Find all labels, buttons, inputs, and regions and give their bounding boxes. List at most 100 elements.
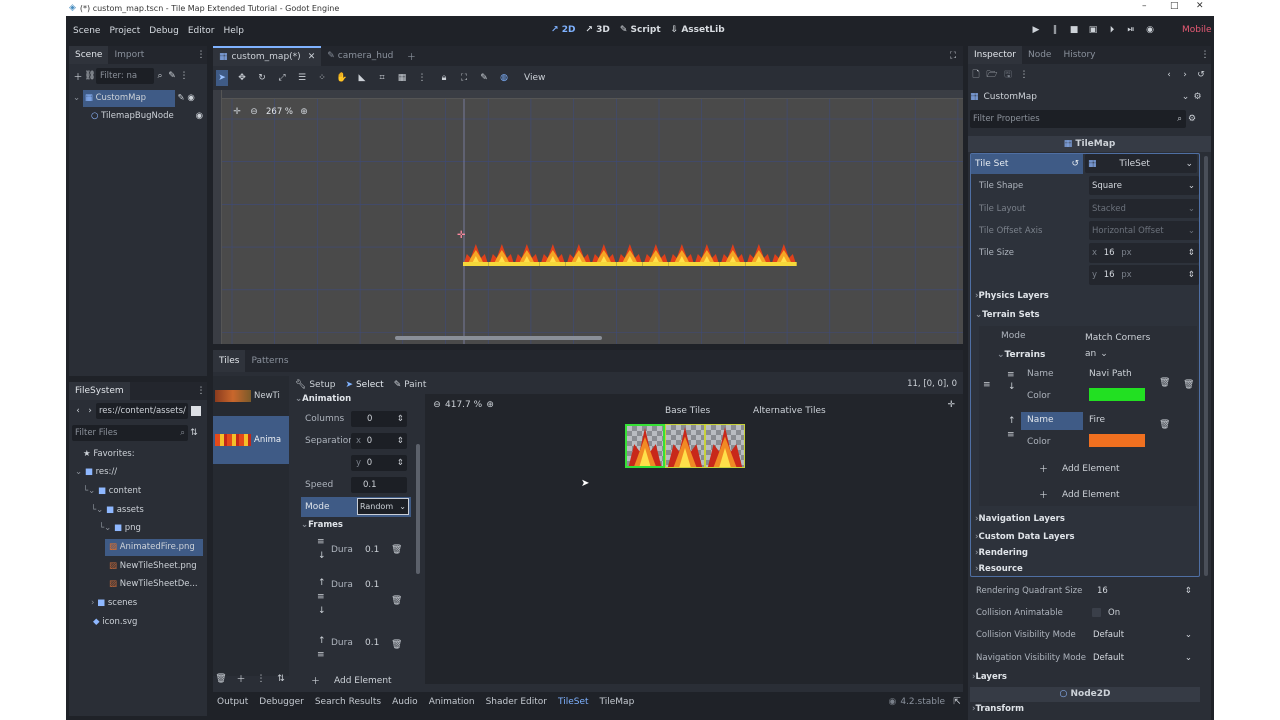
source-menu-icon[interactable]: ⋮ [255, 674, 267, 684]
viewport-scrollbar[interactable] [395, 336, 602, 340]
center-view-icon[interactable]: ✛ [947, 400, 955, 410]
expand-panel-icon[interactable]: ⇱ [951, 697, 963, 707]
zoom-in-icon[interactable]: ⊕ [484, 400, 496, 410]
delete-frame-icon[interactable]: 🗑︎ [391, 596, 402, 606]
select-mode-button[interactable]: ➤ Select [346, 380, 384, 390]
add-node-icon[interactable]: ＋ [72, 70, 84, 83]
tab-patterns[interactable]: Patterns [245, 350, 294, 372]
tile-size-y-spinbox[interactable]: y 16 px ⇕ [1089, 265, 1199, 285]
menu-help[interactable]: Help [224, 26, 245, 36]
terrains-section[interactable]: ⌄Terrains [997, 350, 1045, 360]
columns-spinbox[interactable]: 0 ⇕ [351, 411, 407, 427]
terrain-color-swatch[interactable] [1089, 434, 1145, 447]
lock-icon[interactable]: 🔒︎ [438, 73, 450, 83]
tab-shader-editor[interactable]: Shader Editor [486, 697, 547, 707]
rotate-tool-icon[interactable]: ↻ [256, 73, 268, 83]
back-icon[interactable]: ‹ [72, 406, 84, 416]
play-icon[interactable]: ▶ [1030, 25, 1042, 35]
pivot-tool-icon[interactable]: ⁘ [316, 73, 328, 83]
stop-icon[interactable]: ■ [1068, 25, 1080, 35]
mode-script-button[interactable]: ✎ Script [620, 25, 661, 35]
tab-animation[interactable]: Animation [429, 697, 475, 707]
folder-res[interactable]: ⌄ ■ res:// [75, 464, 117, 481]
add-frame-button[interactable]: ＋ Add Element [311, 674, 407, 688]
select-tool-icon[interactable]: ➤ [216, 70, 228, 86]
move-up-icon[interactable]: ↑ [318, 578, 326, 588]
resource-menu-icon[interactable]: ⋮ [1018, 70, 1030, 80]
menu-project[interactable]: Project [109, 26, 140, 36]
navigation-layers-section[interactable]: ›Navigation Layers [975, 514, 1065, 524]
delete-terrain-icon[interactable]: 🗑︎ [1159, 420, 1170, 430]
recent-history-icon[interactable]: ↺ [1195, 70, 1207, 80]
menu-debug[interactable]: Debug [149, 26, 179, 36]
setup-mode-button[interactable]: 🔧︎ Setup [295, 380, 336, 390]
group-icon[interactable]: ⛶ [458, 73, 470, 83]
atlas-tile[interactable] [705, 424, 745, 468]
visibility-eye-icon[interactable]: ◉ [196, 108, 203, 125]
folder-assets[interactable]: └⌄ ■ assets [91, 502, 144, 519]
script-icon[interactable]: ✎ [178, 93, 185, 103]
tab-audio[interactable]: Audio [392, 697, 418, 707]
path-field[interactable]: res://content/assets/ [96, 403, 188, 419]
close-window-icon[interactable]: ✕ [1196, 1, 1204, 11]
ruler-tool-icon[interactable]: ◣ [356, 73, 368, 83]
filter-properties-input[interactable]: Filter Properties ⌕ [970, 110, 1186, 128]
center-view-icon[interactable]: ✛ [231, 107, 243, 117]
tab-tileset[interactable]: TileSet [558, 697, 589, 707]
menu-editor[interactable]: Editor [188, 26, 215, 36]
history-back-icon[interactable]: ‹ [1163, 70, 1175, 80]
terrain-color-swatch[interactable] [1089, 388, 1145, 401]
tab-filesystem[interactable]: FileSystem [69, 382, 130, 400]
close-tab-icon[interactable]: ✕ [308, 52, 316, 62]
tab-tilemap[interactable]: TileMap [600, 697, 635, 707]
link-icon[interactable]: ⛓ [84, 71, 96, 81]
tree-node-custommap[interactable]: ⌄ ▦ CustomMap ✎ ◉ [73, 90, 203, 107]
tilemap-tool-icon[interactable]: ◍ [498, 73, 510, 83]
drag-handle-icon[interactable]: ≡ [317, 537, 325, 547]
move-up-icon[interactable]: ↑ [318, 636, 326, 646]
drag-handle-icon[interactable]: ≡ [317, 650, 325, 660]
tab-inspector[interactable]: Inspector [968, 46, 1022, 64]
separation-x-spinbox[interactable]: x 0 ⇕ [351, 433, 407, 449]
open-resource-icon[interactable]: 🗁 [986, 67, 998, 83]
atlas-tiles[interactable] [625, 424, 745, 468]
inspector-options-icon[interactable]: ⚙ [1186, 114, 1198, 124]
list-tool-icon[interactable]: ☰ [296, 73, 308, 83]
tile-layout-select[interactable]: Stacked ⌄ [1089, 199, 1199, 218]
terrain-name-field[interactable]: Fire [1089, 415, 1105, 425]
tab-import[interactable]: Import [108, 46, 150, 64]
tile-shape-select[interactable]: Square ⌄ [1089, 176, 1199, 195]
atlas-view[interactable]: ⊖ 417.7 % ⊕ ✛ Base Tiles Alternative Til… [425, 394, 963, 684]
custom-data-layers-section[interactable]: ›Custom Data Layers [975, 532, 1075, 542]
quadrant-size-spinbox[interactable]: 16 ⇕ [1090, 581, 1196, 600]
move-down-icon[interactable]: ↓ [318, 606, 326, 616]
move-up-icon[interactable]: ↑ [1008, 416, 1016, 426]
tab-tiles[interactable]: Tiles [213, 350, 246, 372]
renderer-select[interactable]: Mobile [1182, 25, 1212, 35]
separation-y-spinbox[interactable]: y 0 ⇕ [351, 455, 407, 471]
object-properties-icon[interactable]: ⚙ [1192, 92, 1204, 102]
folder-content[interactable]: └⌄ ■ content [83, 483, 141, 500]
collision-animatable-checkbox[interactable] [1092, 608, 1101, 617]
revert-icon[interactable]: ↺ [1071, 154, 1079, 174]
split-mode-icon[interactable] [191, 406, 201, 416]
scene-filter-input[interactable]: Filter: na [96, 68, 154, 84]
chevron-down-icon[interactable]: ⌄ [1180, 92, 1192, 102]
sort-icon[interactable]: ⇅ [188, 428, 200, 438]
movie-maker-icon[interactable]: ◉ [1144, 25, 1156, 35]
tab-debugger[interactable]: Debugger [259, 697, 304, 707]
layers-section[interactable]: ›Layers [972, 672, 1007, 682]
maximize-icon[interactable]: □ [1170, 1, 1179, 11]
tree-node-tilemapbugnode[interactable]: ○ TilemapBugNode ◉ [91, 108, 203, 125]
delete-terrain-icon[interactable]: 🗑︎ [1159, 378, 1170, 388]
minimize-icon[interactable]: – [1142, 1, 1147, 11]
script-attach-icon[interactable]: ✎ [166, 71, 178, 81]
pan-tool-icon[interactable]: ✋ [336, 73, 348, 83]
filter-files-input[interactable]: Filter Files ⌕ [72, 425, 188, 441]
delete-source-icon[interactable]: 🗑︎ [215, 674, 227, 684]
mode-2d-button[interactable]: ↗ 2D [551, 25, 575, 35]
save-resource-icon[interactable]: 🖫 [1002, 67, 1014, 83]
terrain-sets-section[interactable]: ⌄Terrain Sets [975, 310, 1040, 320]
sort-sources-icon[interactable]: ⇅ [275, 674, 287, 684]
speed-spinbox[interactable]: 0.1 [351, 477, 407, 493]
